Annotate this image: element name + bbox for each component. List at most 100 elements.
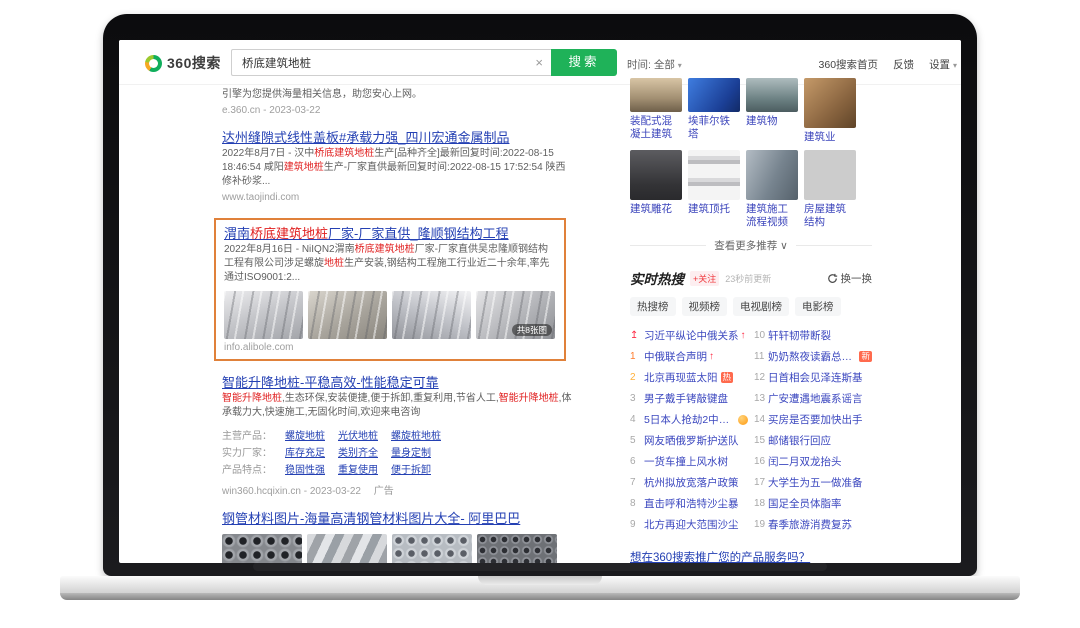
hot-search-item[interactable]: 5 网友晒俄罗斯护送队 <box>630 430 748 451</box>
ad-label: 广告 <box>374 486 394 497</box>
nav-settings-dropdown[interactable]: 设置 ▾ <box>929 57 957 72</box>
related-image-thumbnail[interactable] <box>746 150 798 200</box>
related-image-label[interactable]: 建筑物 <box>746 115 798 128</box>
result-title-link[interactable]: 达州缝隙式线性盖板#承载力强_四川宏通金属制品 <box>222 130 509 146</box>
result-title-link[interactable]: 智能升降地桩-平稳高效-性能稳定可靠 <box>222 375 439 391</box>
related-image-item[interactable]: 装配式混凝土建筑 <box>630 78 682 144</box>
hot-item-text: 轩轩韧带断裂 <box>768 328 831 343</box>
hot-search-item[interactable]: 8 直击呼和浩特沙尘暴 <box>630 493 748 514</box>
ad-link[interactable]: 库存充足 <box>285 445 325 462</box>
steel-pipe-thumbnail[interactable] <box>392 534 472 563</box>
rank-number: 12 <box>754 372 768 383</box>
search-button[interactable]: 搜索 <box>551 49 617 76</box>
result-title-link[interactable]: 钢管材料图片-海量高清钢管材料图片大全- 阿里巴巴 <box>222 511 520 527</box>
hot-search-item[interactable]: 3 男子戴手铐敲键盘 <box>630 388 748 409</box>
clear-search-icon[interactable]: × <box>535 55 543 70</box>
hot-search-item[interactable]: 13 广安遭遇地震系谣言 <box>754 388 872 409</box>
related-image-label[interactable]: 房屋建筑结构 <box>804 203 856 229</box>
hot-search-item[interactable]: 1 中俄联合声明 ↑ <box>630 346 748 367</box>
hot-search-item[interactable]: 14 买房是否要加快出手 <box>754 409 872 430</box>
hot-tab[interactable]: 热搜榜 <box>630 297 676 316</box>
steel-pipe-thumbnail[interactable] <box>222 534 302 563</box>
ad-link[interactable]: 便于拆卸 <box>391 462 431 479</box>
ad-link-rows: 主营产品： 螺旋地桩 光伏地桩 螺旋桩地桩 实力厂家： 库存充足 类别齐全 量身… <box>222 428 572 479</box>
hot-tab[interactable]: 电视剧榜 <box>733 297 789 316</box>
related-image-label[interactable]: 埃菲尔铁塔 <box>688 115 740 141</box>
time-filter-dropdown[interactable]: 时间: 全部 ▾ <box>627 57 682 72</box>
ad-link[interactable]: 稳固性强 <box>285 462 325 479</box>
pipe-yard-thumbnail[interactable] <box>308 291 387 339</box>
image-result-cell[interactable]: 镀锌管天津 镀锌管图 片 镀锌管的用途 <box>392 534 472 563</box>
logo-360-search[interactable]: 360搜索 <box>145 53 221 73</box>
chevron-down-icon: ▾ <box>953 61 957 70</box>
hot-search-title: 实时热搜 <box>630 268 684 288</box>
search-input[interactable] <box>240 50 520 75</box>
hot-search-item[interactable]: 18 国足全员体脂率 <box>754 493 872 514</box>
hot-search-item[interactable]: ↥ 习近平纵论中俄关系 ↑ <box>630 325 748 346</box>
hot-search-item[interactable]: 10 轩轩韧带断裂 <box>754 325 872 346</box>
hot-item-text: 日首相会见泽连斯基 <box>768 370 863 385</box>
related-image-thumbnail[interactable] <box>804 78 856 128</box>
related-image-item[interactable]: 建筑业 <box>804 78 856 144</box>
related-image-label[interactable]: 建筑顶托 <box>688 203 740 216</box>
hot-search-item[interactable]: 15 邮储银行回应 <box>754 430 872 451</box>
promotion-link[interactable]: 想在360搜索推广您的产品服务吗？ <box>630 552 810 563</box>
hot-tab[interactable]: 视频榜 <box>682 297 728 316</box>
ad-link[interactable]: 类别齐全 <box>338 445 378 462</box>
ad-link[interactable]: 光伏地桩 <box>338 428 378 445</box>
related-image-thumbnail[interactable] <box>804 150 856 200</box>
image-result-cell[interactable]: 墨龙Q355D无缝钢管 生产参加 生产厂家 厂 <box>222 534 302 563</box>
refresh-button[interactable]: 换一换 <box>827 271 873 286</box>
related-image-thumbnail[interactable] <box>688 150 740 200</box>
related-image-thumbnail[interactable] <box>630 150 682 200</box>
steel-rails-thumbnail[interactable] <box>392 291 471 339</box>
steel-pipe-thumbnail[interactable] <box>477 534 557 563</box>
result-title-link[interactable]: 渭南桥底建筑地桩厂家-厂家直供_隆顺钢结构工程 <box>224 226 509 242</box>
rank-number: 2 <box>630 372 644 383</box>
hot-search-item[interactable]: 2 北京再现蓝太阳 热 <box>630 367 748 388</box>
rank-number: 1 <box>630 351 644 362</box>
related-image-item[interactable]: 房屋建筑结构 <box>804 150 856 229</box>
related-image-item[interactable]: 建筑施工流程视频 <box>746 150 798 229</box>
hot-search-item[interactable]: 16 闰二月双龙抬头 <box>754 451 872 472</box>
ad-link[interactable]: 螺旋桩地桩 <box>391 428 441 445</box>
hot-search-item[interactable]: 11 奶奶熬夜读霸总小说 新 <box>754 346 872 367</box>
related-image-item[interactable]: 建筑顶托 <box>688 150 740 229</box>
search-box[interactable]: × <box>231 49 551 76</box>
image-result-cell[interactable]: 材质45#冷拔无缝钢管 小口径45#厚壁无缝钢 <box>307 534 387 563</box>
related-image-thumbnail[interactable] <box>746 78 798 112</box>
related-image-label[interactable]: 建筑施工流程视频 <box>746 203 798 229</box>
hot-search-item[interactable]: 4 5日本人抢劫2中国人 <box>630 409 748 430</box>
hot-search-item[interactable]: 7 杭州拟放宽落户政策 <box>630 472 748 493</box>
ad-link[interactable]: 量身定制 <box>391 445 431 462</box>
hot-search-item[interactable]: 9 北方再迎大范围沙尘 <box>630 514 748 535</box>
see-more-recommendations-link[interactable]: 查看更多推荐 ∨ <box>630 238 872 253</box>
related-image-label[interactable]: 建筑雕花 <box>630 203 682 216</box>
ad-link[interactable]: 螺旋地桩 <box>285 428 325 445</box>
rank-number: 6 <box>630 456 644 467</box>
logo-text: 360搜索 <box>167 53 221 73</box>
hot-search-item[interactable]: 17 大学生为五一做准备 <box>754 472 872 493</box>
result-snippet: 智能升降地桩,生态环保,安装便捷,便于拆卸,重复利用,节省人工,智能升降地桩,体… <box>222 392 572 420</box>
ground-screw-thumbnail[interactable] <box>224 291 303 339</box>
image-result-cell[interactable]: 小口径热轧无缝钢管6 米定尺现货图片 欢迎 <box>477 534 557 563</box>
related-image-label[interactable]: 建筑业 <box>804 131 856 144</box>
related-image-label[interactable]: 装配式混凝土建筑 <box>630 115 682 141</box>
related-image-item[interactable]: 建筑雕花 <box>630 150 682 229</box>
hot-search-item[interactable]: 19 春季旅游消费复苏 <box>754 514 872 535</box>
ad-link[interactable]: 重复使用 <box>338 462 378 479</box>
hot-search-item[interactable]: 12 日首相会见泽连斯基 <box>754 367 872 388</box>
related-image-item[interactable]: 建筑物 <box>746 78 798 144</box>
nav-feedback-link[interactable]: 反馈 <box>893 57 914 72</box>
related-image-thumbnail[interactable] <box>630 78 682 112</box>
related-image-item[interactable]: 埃菲尔铁塔 <box>688 78 740 144</box>
follow-button[interactable]: +关注 <box>690 271 719 286</box>
browser-screen: 360搜索 × 搜索 时间: 全部 ▾ 360搜索首页 反馈 设置 ▾ <box>119 40 961 563</box>
related-image-thumbnail[interactable] <box>688 78 740 112</box>
laptop-base <box>60 576 1020 593</box>
hot-search-item[interactable]: 6 一货车撞上风水树 <box>630 451 748 472</box>
nav-home-link[interactable]: 360搜索首页 <box>819 57 879 72</box>
steel-pipe-thumbnail[interactable] <box>307 534 387 563</box>
ground-screw-group-thumbnail[interactable]: 共8张图 <box>476 291 555 339</box>
hot-tab[interactable]: 电影榜 <box>795 297 841 316</box>
